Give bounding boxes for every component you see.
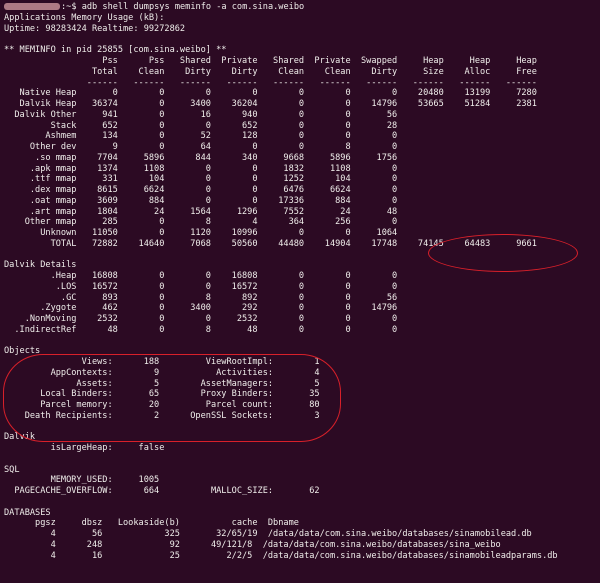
meminfo-row: Other mmap 285 0 8 4 364 256 0: [4, 217, 398, 227]
prompt-line: :~$ adb shell dumpsys meminfo -a com.sin…: [4, 2, 304, 13]
meminfo-row: Native Heap 0 0 0 0 0 0 0 20480 13199 72…: [4, 88, 537, 98]
header-line: Uptime: 98283424 Realtime: 99272862: [4, 24, 186, 34]
header-line: Applications Memory Usage (kB):: [4, 13, 165, 23]
output-line: 4 16 25 2/2/5 /data/data/com.sina.weibo/…: [4, 551, 558, 561]
meminfo-row: Dalvik Heap 36374 0 3400 36204 0 0 14796…: [4, 99, 537, 109]
meminfo-row: Other dev 9 0 64 0 0 8 0: [4, 142, 398, 152]
dalvik-details-row: .Heap 16808 0 0 16808 0 0 0: [4, 271, 398, 281]
meminfo-row: .ttf mmap 331 104 0 0 1252 104 0: [4, 174, 398, 184]
meminfo-row: .so mmap 7704 5896 844 340 9668 5896 175…: [4, 153, 398, 163]
dalvik-details-row: .NonMoving 2532 0 0 2532 0 0 0: [4, 314, 398, 324]
output-line: pgsz dbsz Lookaside(b) cache Dbname: [4, 518, 299, 528]
dalvik-details-row: .IndirectRef 48 0 8 48 0 0 0: [4, 325, 398, 335]
output-line: MEMORY_USED: 1005: [4, 475, 160, 485]
meminfo-row: Ashmem 134 0 52 128 0 0 0: [4, 131, 398, 141]
header-line: Total Clean Dirty Dirty Clean Clean Dirt…: [4, 67, 537, 77]
output-line: 4 248 92 49/121/8 /data/data/com.sina.we…: [4, 540, 501, 550]
terminal-window[interactable]: :~$ adb shell dumpsys meminfo -a com.sin…: [0, 0, 600, 583]
header-line: ** MEMINFO in pid 25855 [com.sina.weibo]…: [4, 45, 227, 55]
annotation-circle-objects: [3, 354, 341, 442]
dalvik-details-row: .LOS 16572 0 0 16572 0 0 0: [4, 282, 398, 292]
output-line: isLargeHeap: false: [4, 443, 165, 453]
meminfo-row: .oat mmap 3609 884 0 0 17336 884 0: [4, 196, 398, 206]
annotation-circle-heap-total: [428, 234, 578, 272]
output-line: 4 56 325 32/65/19 /data/data/com.sina.we…: [4, 529, 532, 539]
header-line: Pss Pss Shared Private Shared Private Sw…: [4, 56, 537, 66]
meminfo-row: Unknown 11050 0 1120 10996 0 0 1064: [4, 228, 398, 238]
prompt-command: :~$ adb shell dumpsys meminfo -a com.sin…: [61, 2, 305, 12]
redacted-username: [4, 3, 60, 10]
output-line: PAGECACHE_OVERFLOW: 664 MALLOC_SIZE: 62: [4, 486, 320, 496]
dalvik-details-row: Dalvik Details: [4, 260, 77, 270]
meminfo-row: .dex mmap 8615 6624 0 0 6476 6624 0: [4, 185, 398, 195]
dalvik-details-row: .Zygote 462 0 3400 292 0 0 14796: [4, 303, 398, 313]
meminfo-row: Dalvik Other 941 0 16 940 0 0 56: [4, 110, 398, 120]
